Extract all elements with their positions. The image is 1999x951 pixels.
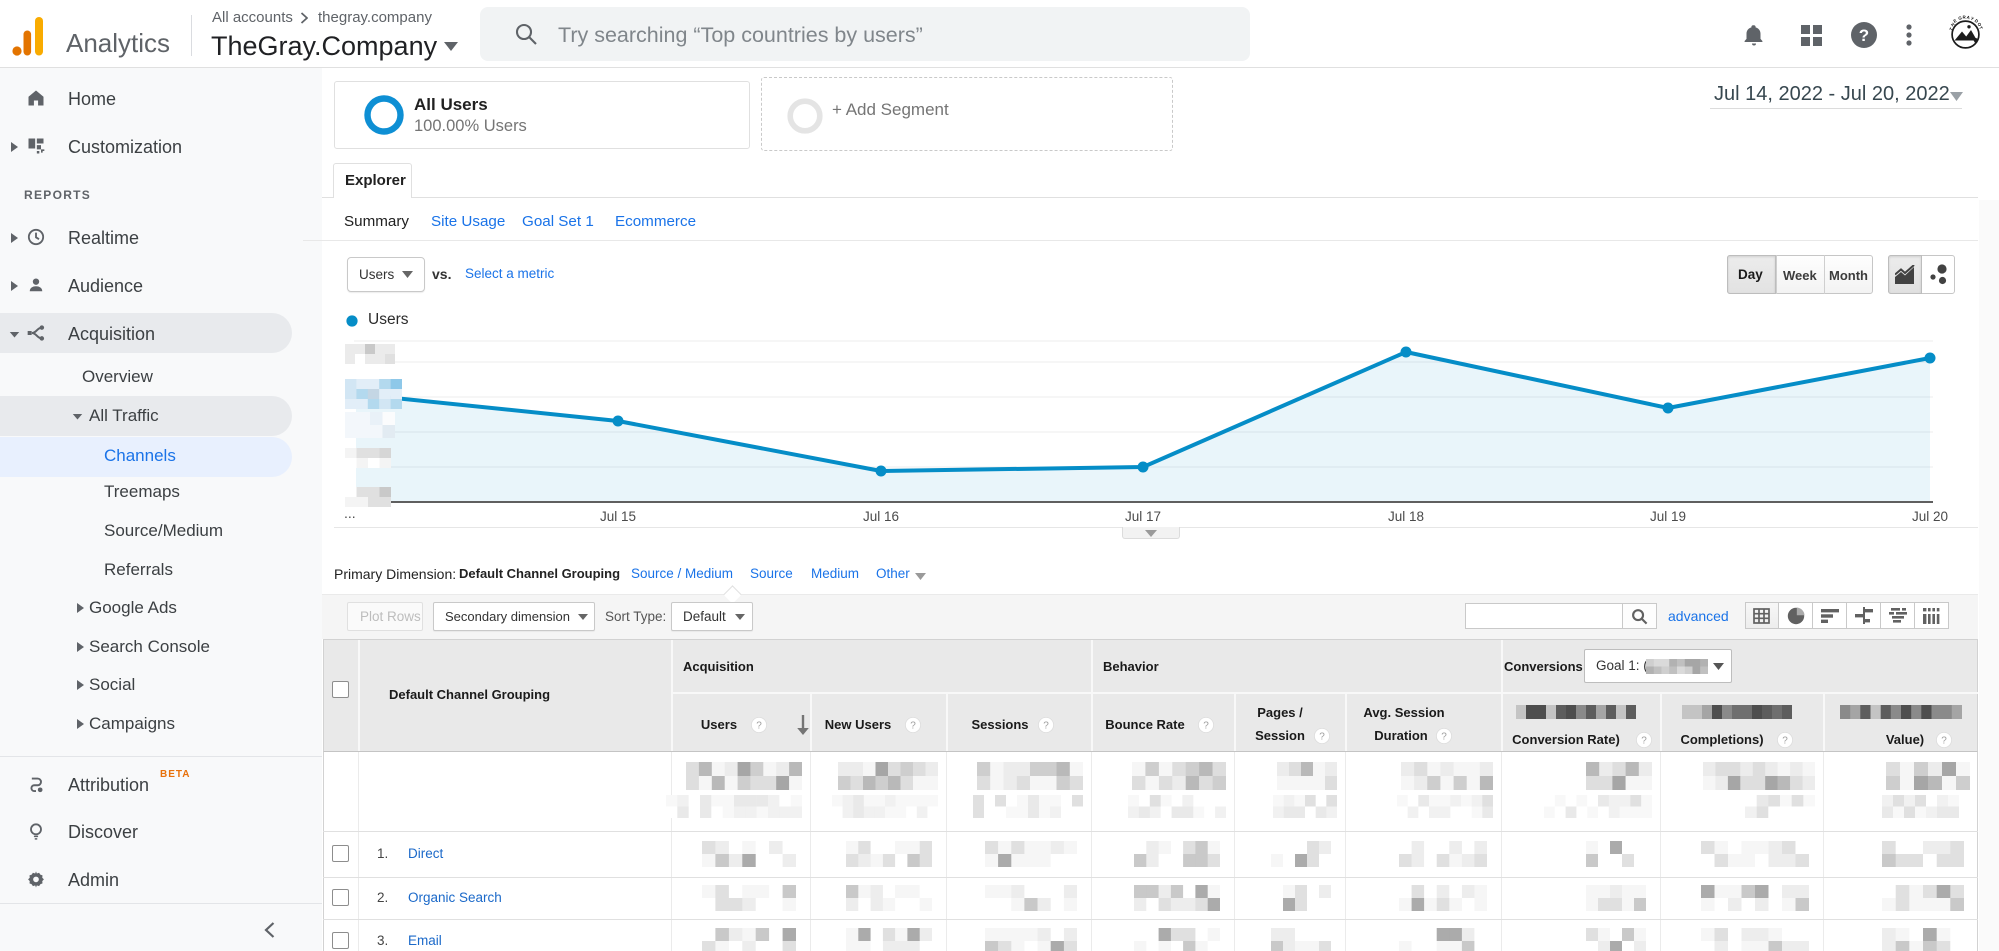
svg-text:?: ? (1941, 736, 1947, 747)
svg-text:?: ? (1859, 26, 1869, 45)
